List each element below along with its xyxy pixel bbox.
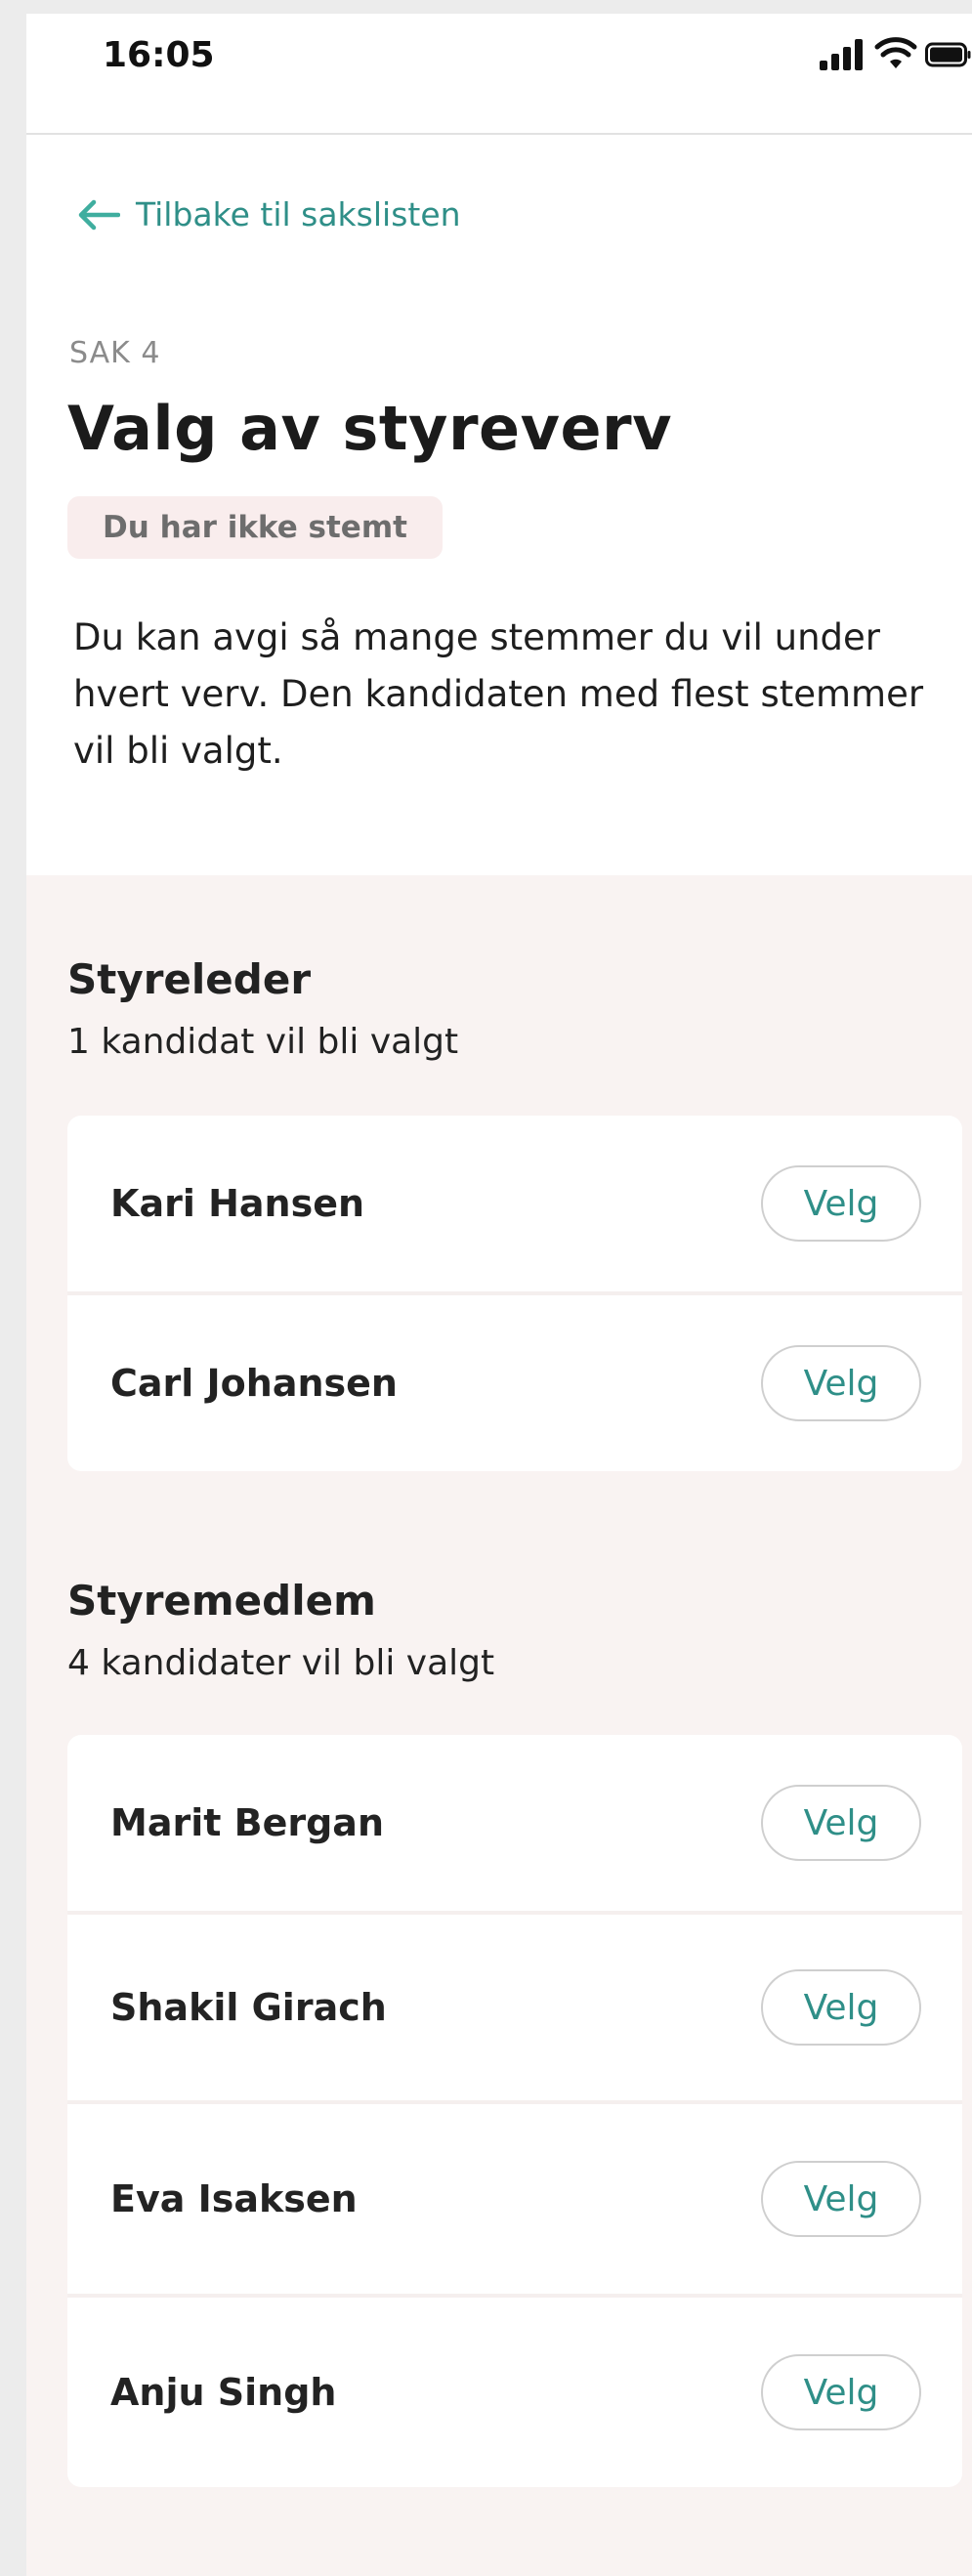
position-subtitle-styreleder: 1 kandidat vil bli valgt <box>67 1022 459 1062</box>
candidate-name: Eva Isaksen <box>110 2177 358 2220</box>
candidate-row: Anju Singh Velg <box>67 2294 962 2487</box>
back-to-list-link[interactable]: Tilbake til sakslisten <box>77 195 461 233</box>
select-candidate-button[interactable]: Velg <box>761 1969 921 2046</box>
battery-icon <box>925 42 971 67</box>
candidate-row: Eva Isaksen Velg <box>67 2100 962 2294</box>
status-time: 16:05 <box>103 35 215 75</box>
candidate-row: Shakil Girach Velg <box>67 1911 962 2100</box>
signal-icon <box>820 39 863 70</box>
candidate-row: Carl Johansen Velg <box>67 1291 962 1471</box>
intro-text: Du kan avgi så mange stemmer du vil unde… <box>73 616 924 772</box>
status-bar: 16:05 <box>26 14 972 135</box>
candidate-name: Shakil Girach <box>110 1986 387 2029</box>
candidate-name: Marit Bergan <box>110 1801 384 1844</box>
arrow-left-icon <box>78 199 120 230</box>
candidate-list-styreleder: Kari Hansen Velg Carl Johansen Velg <box>67 1116 962 1471</box>
status-icons <box>790 35 972 74</box>
phone-screen: 16:05 Tilbake til sakslisten SAK 4 Valg … <box>26 14 972 2576</box>
position-title-styremedlem: Styremedlem <box>67 1577 376 1625</box>
select-candidate-button[interactable]: Velg <box>761 1785 921 1861</box>
back-link-label: Tilbake til sakslisten <box>136 195 461 233</box>
candidate-name: Carl Johansen <box>110 1362 398 1405</box>
position-subtitle-styremedlem: 4 kandidater vil bli valgt <box>67 1643 495 1683</box>
select-candidate-button[interactable]: Velg <box>761 2354 921 2430</box>
case-number: SAK 4 <box>69 336 161 370</box>
select-candidate-button[interactable]: Velg <box>761 2161 921 2237</box>
vote-status-badge: Du har ikke stemt <box>67 496 443 559</box>
positions-section: Styreleder 1 kandidat vil bli valgt Kari… <box>26 875 972 2576</box>
select-candidate-button[interactable]: Velg <box>761 1165 921 1242</box>
page-title: Valg av styreverv <box>67 393 673 464</box>
wifi-icon <box>874 37 917 68</box>
candidate-name: Kari Hansen <box>110 1182 365 1225</box>
candidate-list-styremedlem: Marit Bergan Velg Shakil Girach Velg Eva… <box>67 1735 962 2487</box>
candidate-row: Marit Bergan Velg <box>67 1735 962 1911</box>
position-title-styreleder: Styreleder <box>67 955 312 1003</box>
candidate-row: Kari Hansen Velg <box>67 1116 962 1291</box>
select-candidate-button[interactable]: Velg <box>761 1345 921 1421</box>
candidate-name: Anju Singh <box>110 2371 337 2414</box>
